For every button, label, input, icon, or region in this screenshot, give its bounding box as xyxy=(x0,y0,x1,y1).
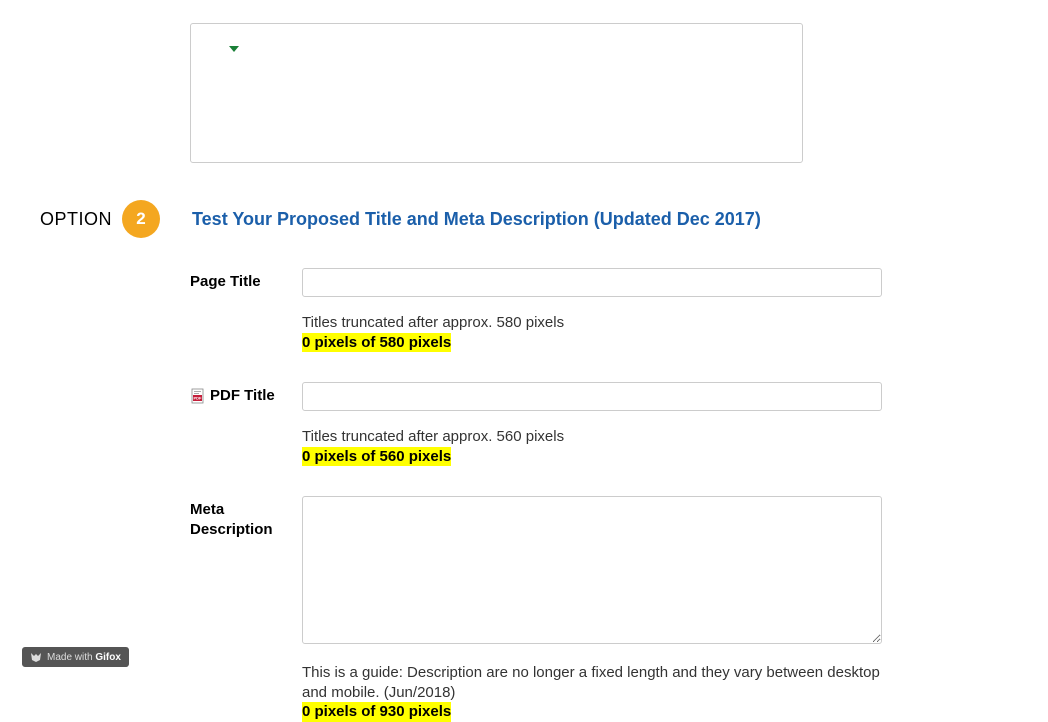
meta-description-row: Meta Description This is a guide: Descri… xyxy=(190,496,1048,722)
meta-description-label: Meta Description xyxy=(190,496,302,539)
page-title-row: Page Title Titles truncated after approx… xyxy=(190,268,1048,352)
page-title-label: Page Title xyxy=(190,268,302,292)
meta-description-help: This is a guide: Description are no long… xyxy=(302,663,882,702)
gifox-prefix: Made with xyxy=(47,652,93,663)
fox-icon xyxy=(30,651,42,663)
option-header: OPTION 2 Test Your Proposed Title and Me… xyxy=(40,200,1048,238)
meta-description-counter: 0 pixels of 930 pixels xyxy=(302,702,451,722)
preview-box xyxy=(190,23,803,163)
page-title-input[interactable] xyxy=(302,268,882,297)
svg-text:PDF: PDF xyxy=(194,396,203,401)
gifox-badge[interactable]: Made with Gifox xyxy=(22,647,129,667)
dropdown-caret-icon[interactable] xyxy=(229,46,239,52)
pdf-icon: PDF xyxy=(190,388,206,404)
gifox-brand: Gifox xyxy=(95,652,121,663)
meta-description-input[interactable] xyxy=(302,496,882,644)
option-label: OPTION xyxy=(40,209,112,230)
form-area: Page Title Titles truncated after approx… xyxy=(190,268,1048,722)
page-title-help: Titles truncated after approx. 580 pixel… xyxy=(302,313,882,333)
pdf-title-row: PDF PDF Title Titles truncated after app… xyxy=(190,382,1048,466)
pdf-title-help: Titles truncated after approx. 560 pixel… xyxy=(302,427,882,447)
option-number-badge: 2 xyxy=(122,200,160,238)
option-title: Test Your Proposed Title and Meta Descri… xyxy=(192,209,761,230)
pdf-title-label: PDF Title xyxy=(210,386,275,406)
pdf-title-counter: 0 pixels of 560 pixels xyxy=(302,447,451,467)
pdf-title-input[interactable] xyxy=(302,382,882,411)
page-title-counter: 0 pixels of 580 pixels xyxy=(302,333,451,353)
